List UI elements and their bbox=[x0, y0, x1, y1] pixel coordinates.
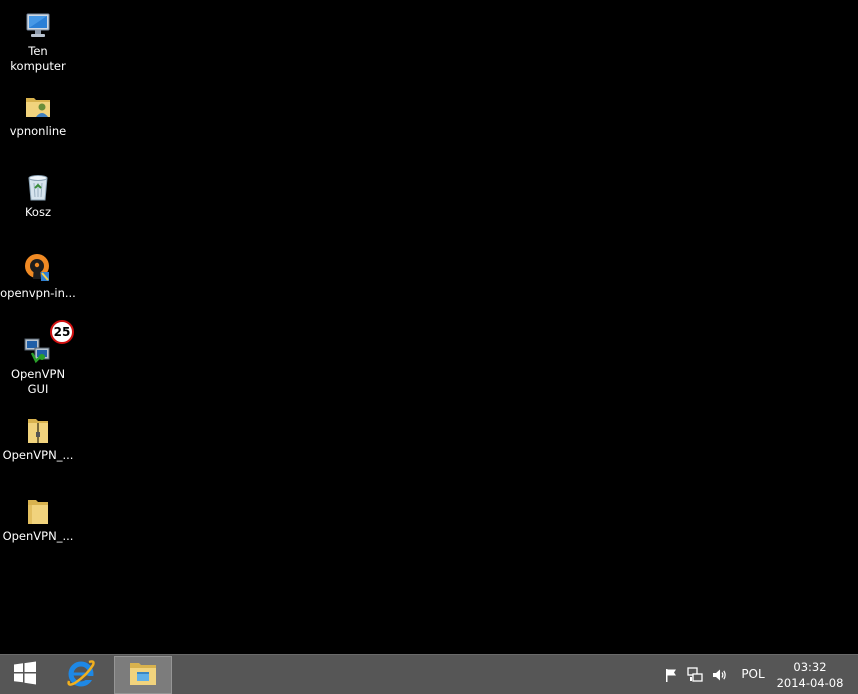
clock[interactable]: 03:32 2014-04-08 bbox=[772, 659, 848, 691]
desktop-icon-label: OpenVPN_... bbox=[2, 529, 74, 543]
desktop-icon-label: Ten komputer bbox=[10, 44, 66, 73]
desktop-icon-recycle-bin[interactable]: Kosz bbox=[0, 165, 76, 241]
file-explorer-icon bbox=[127, 658, 159, 692]
openvpn-installer-icon bbox=[22, 252, 54, 284]
language-indicator[interactable]: POL bbox=[736, 667, 770, 681]
desktop-icon-vpnonline[interactable]: vpnonline bbox=[0, 84, 76, 160]
volume-icon[interactable] bbox=[711, 667, 727, 683]
desktop-icon-label: OpenVPN_... bbox=[2, 448, 74, 462]
desktop-icon-label: OpenVPN GUI bbox=[10, 367, 66, 396]
clock-time: 03:32 bbox=[793, 660, 827, 674]
desktop-icon-label: openvpn-in... bbox=[0, 286, 76, 300]
user-folder-icon bbox=[22, 90, 54, 122]
openvpn-gui-icon bbox=[22, 333, 54, 365]
recycle-bin-icon bbox=[22, 171, 54, 203]
file-explorer-button[interactable] bbox=[114, 656, 172, 694]
clock-date: 2014-04-08 bbox=[776, 676, 844, 690]
action-center-flag-icon[interactable] bbox=[663, 667, 679, 683]
internet-explorer-button[interactable] bbox=[56, 656, 106, 694]
folder-icon bbox=[22, 495, 54, 527]
zip-folder-icon bbox=[22, 414, 54, 446]
desktop-icon-openvpn-zip[interactable]: OpenVPN_... bbox=[0, 408, 76, 484]
desktop-icon-label: vpnonline bbox=[9, 124, 67, 138]
network-icon[interactable] bbox=[687, 667, 703, 683]
computer-icon bbox=[22, 10, 54, 42]
desktop-icon-openvpn-folder[interactable]: OpenVPN_... bbox=[0, 489, 76, 565]
desktop-icon-this-pc[interactable]: Ten komputer bbox=[0, 4, 76, 80]
notification-badge: 25 bbox=[50, 320, 74, 344]
start-button[interactable] bbox=[0, 656, 50, 694]
windows-logo-icon bbox=[13, 661, 37, 689]
taskbar: POL 03:32 2014-04-08 bbox=[0, 654, 858, 694]
desktop: Ten komputer vpnonline Kosz openvpn-in..… bbox=[0, 0, 858, 654]
internet-explorer-icon bbox=[65, 657, 97, 693]
desktop-icon-label: Kosz bbox=[24, 205, 52, 219]
desktop-icon-openvpn-installer[interactable]: openvpn-in... bbox=[0, 246, 76, 322]
